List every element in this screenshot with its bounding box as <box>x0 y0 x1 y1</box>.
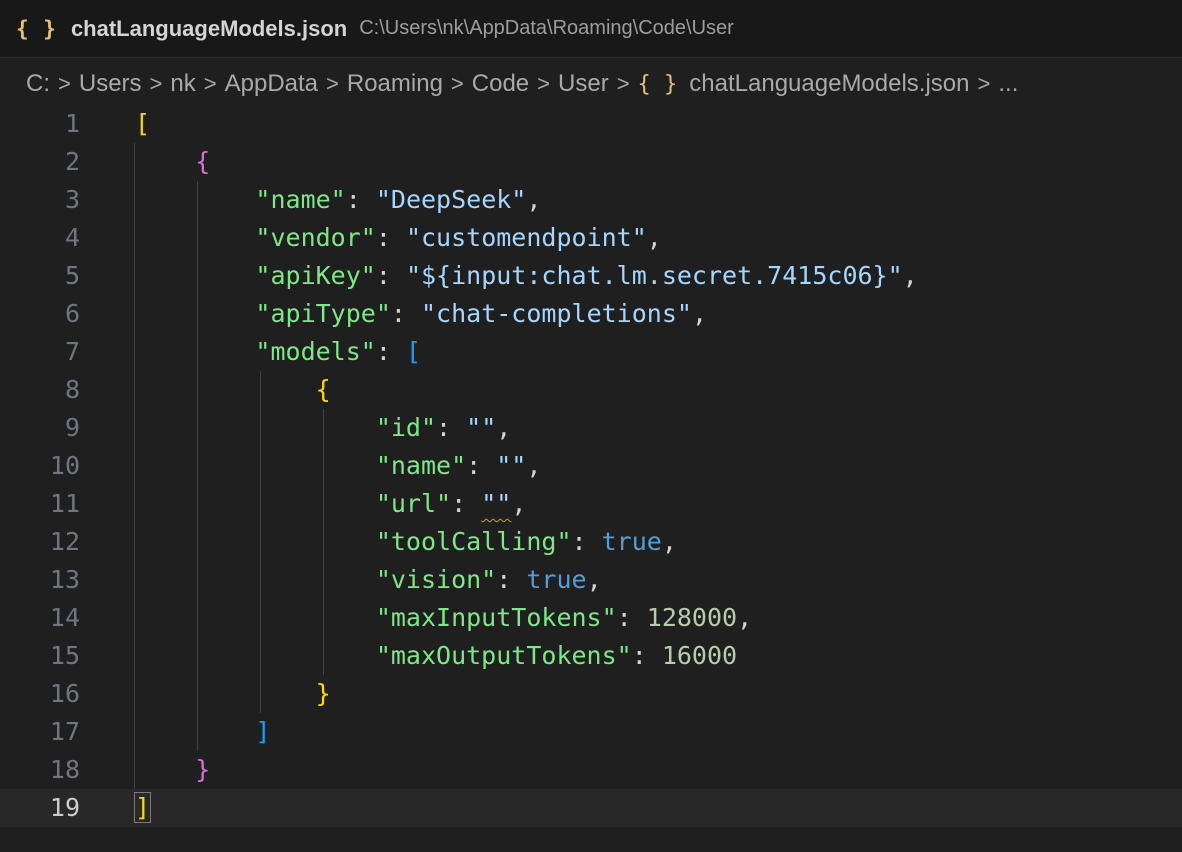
line-number: 16 <box>49 679 80 708</box>
open-brace: { <box>195 147 211 176</box>
chevron-right-icon: > <box>450 71 464 96</box>
json-string-value: "DeepSeek" <box>375 185 527 214</box>
breadcrumb-item-roaming[interactable]: Roaming <box>347 70 443 98</box>
open-bracket: [ <box>135 109 151 138</box>
chevron-right-icon: > <box>537 71 551 96</box>
json-key: "vendor" <box>255 223 376 252</box>
line-number: 12 <box>49 527 80 556</box>
open-brace: { <box>315 375 331 404</box>
json-key: "maxOutputTokens" <box>375 641 632 670</box>
breadcrumb-item-drive[interactable]: C: <box>26 70 50 98</box>
chevron-right-icon: > <box>616 71 630 96</box>
chevron-right-icon: > <box>203 71 217 96</box>
line-number: 18 <box>49 755 80 784</box>
breadcrumb-item-nk[interactable]: nk <box>170 70 195 98</box>
json-key: "name" <box>375 451 467 480</box>
json-boolean-value: true <box>601 527 662 556</box>
code-line[interactable]: 7 "models": [ <box>0 333 1182 371</box>
json-key: "name" <box>255 185 346 214</box>
json-string-value-warning[interactable]: "" <box>481 489 511 518</box>
json-file-icon: { } <box>16 16 57 41</box>
code-line[interactable]: 1 [ <box>0 105 1182 143</box>
line-number: 2 <box>64 147 80 176</box>
window-file-name: chatLanguageModels.json <box>70 15 348 41</box>
breadcrumb-item-user[interactable]: User <box>558 70 609 98</box>
json-number-value: 16000 <box>661 641 738 670</box>
code-line[interactable]: 9 "id": "", <box>0 409 1182 447</box>
code-line[interactable]: 2 { <box>0 143 1182 181</box>
breadcrumb: C: > Users > nk > AppData > Roaming > Co… <box>0 60 1182 108</box>
json-key: "apiKey" <box>255 261 376 290</box>
code-line[interactable]: 14 "maxInputTokens": 128000, <box>0 599 1182 637</box>
json-key: "vision" <box>375 565 497 594</box>
code-line[interactable]: 13 "vision": true, <box>0 561 1182 599</box>
line-number: 3 <box>64 185 80 214</box>
chevron-right-icon: > <box>326 71 339 96</box>
code-line[interactable]: 5 "apiKey": "${input:chat.lm.secret.7415… <box>0 257 1182 295</box>
json-number-value: 128000 <box>646 603 738 632</box>
title-bar: { } chatLanguageModels.json C:\Users\nk\… <box>0 0 1182 58</box>
window-file-path: C:\Users\nk\AppData\Roaming\Code\User <box>359 17 734 39</box>
line-number: 8 <box>64 375 80 404</box>
json-key: "apiType" <box>255 299 391 328</box>
json-file-icon: { } <box>637 71 678 97</box>
json-key: "url" <box>375 489 452 518</box>
breadcrumb-item-appdata[interactable]: AppData <box>225 70 318 98</box>
line-number: 1 <box>64 109 80 138</box>
breadcrumb-item-symbols[interactable]: ... <box>998 70 1018 98</box>
json-string-value: "" <box>496 451 527 480</box>
code-line-current[interactable]: 19 ] <box>0 789 1182 827</box>
line-number: 11 <box>49 489 80 518</box>
json-string-value: "customendpoint" <box>405 223 647 252</box>
breadcrumb-item-code[interactable]: Code <box>472 70 529 98</box>
json-string-value: "" <box>466 413 497 442</box>
line-number: 6 <box>64 299 80 328</box>
line-number: 13 <box>49 565 80 594</box>
line-number: 15 <box>49 641 80 670</box>
line-number: 10 <box>49 451 80 480</box>
json-key: "id" <box>375 413 437 442</box>
line-number: 7 <box>64 337 80 366</box>
close-bracket: ] <box>133 792 152 823</box>
line-number: 4 <box>64 223 80 252</box>
code-line[interactable]: 10 "name": "", <box>0 447 1182 485</box>
json-boolean-value: true <box>526 565 587 594</box>
code-editor[interactable]: 1 [ 2 { 3 "name": "DeepSeek", 4 "vendor"… <box>0 105 1182 852</box>
chevron-right-icon: > <box>149 71 163 96</box>
code-line[interactable]: 12 "toolCalling": true, <box>0 523 1182 561</box>
chevron-right-icon: > <box>977 71 991 96</box>
code-line[interactable]: 11 "url": "", <box>0 485 1182 523</box>
json-key: "maxInputTokens" <box>375 603 617 632</box>
code-line[interactable]: 3 "name": "DeepSeek", <box>0 181 1182 219</box>
code-line[interactable]: 16 } <box>0 675 1182 713</box>
breadcrumb-item-file[interactable]: chatLanguageModels.json <box>689 70 969 98</box>
code-line[interactable]: 17 ] <box>0 713 1182 751</box>
code-line[interactable]: 8 { <box>0 371 1182 409</box>
open-bracket: [ <box>405 337 422 366</box>
breadcrumb-item-users[interactable]: Users <box>79 70 142 98</box>
line-number: 14 <box>49 603 80 632</box>
line-number: 9 <box>64 413 80 442</box>
code-line[interactable]: 4 "vendor": "customendpoint", <box>0 219 1182 257</box>
chevron-right-icon: > <box>58 71 71 96</box>
code-line[interactable]: 6 "apiType": "chat-completions", <box>0 295 1182 333</box>
close-bracket: ] <box>255 717 271 746</box>
json-key: "models" <box>255 337 376 366</box>
line-number: 17 <box>49 717 80 746</box>
json-string-value: "${input:chat.lm.secret.7415c06}" <box>405 261 903 290</box>
close-brace: } <box>195 755 211 784</box>
code-line[interactable]: 18 } <box>0 751 1182 789</box>
json-key: "toolCalling" <box>375 527 572 556</box>
code-line[interactable]: 15 "maxOutputTokens": 16000 <box>0 637 1182 675</box>
line-number: 5 <box>64 261 80 290</box>
json-string-value: "chat-completions" <box>421 299 692 328</box>
line-number: 19 <box>49 793 80 822</box>
close-brace: } <box>315 679 331 708</box>
